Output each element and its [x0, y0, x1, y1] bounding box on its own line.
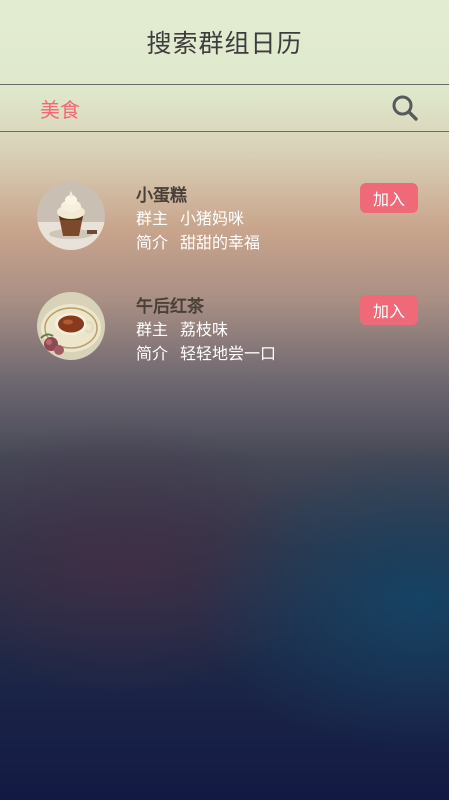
join-button[interactable]: 加入	[360, 183, 418, 213]
join-button[interactable]: 加入	[360, 295, 418, 325]
tea-cup-icon	[37, 292, 105, 360]
group-list: 小蛋糕 群主 小猪妈咪 简介 甜甜的幸福 加入 午后红茶 群主 荔枝味 简介 轻…	[0, 132, 449, 363]
group-intro-line: 简介 轻轻地尝一口	[136, 340, 276, 364]
intro-label: 简介	[136, 344, 169, 363]
owner-value: 小猪妈咪	[180, 209, 245, 228]
group-owner-line: 群主 小猪妈咪	[136, 205, 244, 229]
search-input[interactable]	[40, 96, 391, 120]
group-name: 小蛋糕	[136, 186, 187, 206]
group-owner-line: 群主 荔枝味	[136, 316, 228, 340]
page-title: 搜索群组日历	[146, 29, 303, 58]
search-bar	[0, 84, 449, 132]
owner-label: 群主	[136, 209, 169, 228]
owner-value: 荔枝味	[180, 320, 229, 339]
list-item: 小蛋糕 群主 小猪妈咪 简介 甜甜的幸福 加入	[0, 132, 449, 252]
owner-label: 群主	[136, 320, 169, 339]
group-name: 午后红茶	[136, 297, 204, 317]
search-icon[interactable]	[391, 94, 419, 122]
app-header: 搜索群组日历	[0, 0, 449, 84]
cupcake-icon	[37, 182, 105, 250]
list-item: 午后红茶 群主 荔枝味 简介 轻轻地尝一口 加入	[0, 244, 449, 363]
intro-value: 轻轻地尝一口	[180, 344, 277, 363]
